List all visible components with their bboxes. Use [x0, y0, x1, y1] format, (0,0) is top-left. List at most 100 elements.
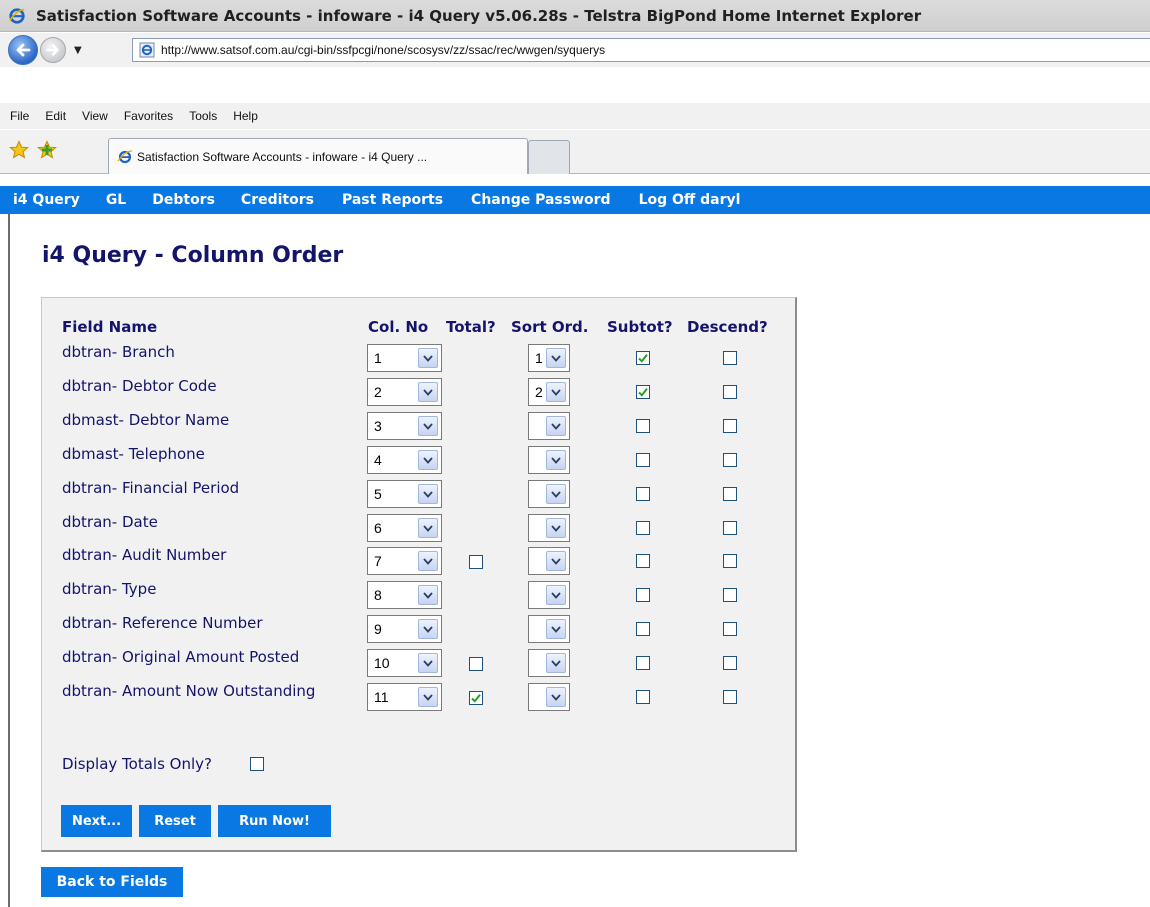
subtotal-checkbox[interactable] [636, 453, 650, 467]
menu-tools[interactable]: Tools [189, 109, 217, 123]
col-no-select[interactable]: 10 [367, 649, 442, 677]
col-no-select[interactable]: 9 [367, 615, 442, 643]
menu-favorites[interactable]: Favorites [124, 109, 173, 123]
sort-order-select[interactable]: 1 [528, 344, 570, 372]
sort-order-select[interactable] [528, 446, 570, 474]
nav-change-password[interactable]: Change Password [471, 192, 611, 208]
nav-creditors[interactable]: Creditors [241, 192, 314, 208]
descend-checkbox[interactable] [723, 656, 737, 670]
descend-checkbox[interactable] [723, 554, 737, 568]
site-nav: i4 Query GL Debtors Creditors Past Repor… [0, 186, 1150, 214]
sort-order-select[interactable] [528, 581, 570, 609]
nav-gl[interactable]: GL [106, 192, 126, 208]
history-dropdown-icon[interactable]: ▼ [74, 45, 82, 56]
chevron-down-icon[interactable] [418, 551, 438, 571]
sort-order-select[interactable] [528, 683, 570, 711]
chevron-down-icon[interactable] [546, 653, 566, 673]
display-totals-only-checkbox[interactable] [250, 757, 264, 771]
subtotal-checkbox[interactable] [636, 690, 650, 704]
subtotal-checkbox[interactable] [636, 419, 650, 433]
chevron-down-icon[interactable] [418, 619, 438, 639]
address-bar[interactable]: http://www.satsof.com.au/cgi-bin/ssfpcgi… [132, 38, 1150, 62]
chevron-down-icon[interactable] [418, 518, 438, 538]
back-to-fields-button[interactable]: Back to Fields [41, 867, 183, 897]
sort-order-select[interactable] [528, 412, 570, 440]
chevron-down-icon[interactable] [418, 348, 438, 368]
col-no-select[interactable]: 1 [367, 344, 442, 372]
col-no-select[interactable]: 2 [367, 378, 442, 406]
col-no-select[interactable]: 7 [367, 547, 442, 575]
chevron-down-icon[interactable] [546, 687, 566, 707]
chevron-down-icon[interactable] [546, 348, 566, 368]
total-checkbox[interactable] [469, 555, 483, 569]
col-no-select[interactable]: 6 [367, 514, 442, 542]
menu-edit[interactable]: Edit [45, 109, 66, 123]
sort-order-select[interactable]: 2 [528, 378, 570, 406]
sort-order-select[interactable] [528, 514, 570, 542]
chevron-down-icon[interactable] [546, 585, 566, 605]
favorites-star-icon[interactable] [9, 140, 29, 160]
chevron-down-icon[interactable] [418, 382, 438, 402]
chevron-down-icon[interactable] [546, 416, 566, 436]
descend-checkbox[interactable] [723, 453, 737, 467]
col-no-value: 6 [374, 520, 382, 536]
descend-checkbox[interactable] [723, 521, 737, 535]
new-tab-button[interactable] [528, 140, 570, 174]
nav-log-off[interactable]: Log Off daryl [639, 192, 741, 208]
chevron-down-icon[interactable] [418, 653, 438, 673]
sort-order-select[interactable] [528, 547, 570, 575]
chevron-down-icon[interactable] [546, 450, 566, 470]
next-button[interactable]: Next... [61, 805, 132, 837]
descend-checkbox[interactable] [723, 622, 737, 636]
chevron-down-icon[interactable] [546, 551, 566, 571]
add-favorite-icon[interactable] [37, 140, 57, 160]
sort-order-select[interactable] [528, 649, 570, 677]
chevron-down-icon[interactable] [418, 416, 438, 436]
chevron-down-icon[interactable] [418, 450, 438, 470]
subtotal-checkbox[interactable] [636, 487, 650, 501]
nav-debtors[interactable]: Debtors [152, 192, 215, 208]
subtotal-checkbox[interactable] [636, 554, 650, 568]
menu-help[interactable]: Help [233, 109, 258, 123]
sort-order-select[interactable] [528, 480, 570, 508]
col-no-select[interactable]: 4 [367, 446, 442, 474]
chevron-down-icon[interactable] [546, 518, 566, 538]
menu-view[interactable]: View [82, 109, 108, 123]
page-ie-icon [139, 42, 155, 58]
chevron-down-icon[interactable] [546, 619, 566, 639]
subtotal-checkbox[interactable] [636, 656, 650, 670]
back-button[interactable] [8, 35, 38, 65]
descend-checkbox[interactable] [723, 487, 737, 501]
subtotal-checkbox[interactable] [636, 521, 650, 535]
descend-checkbox[interactable] [723, 385, 737, 399]
descend-checkbox[interactable] [723, 419, 737, 433]
subtotal-checkbox[interactable] [636, 588, 650, 602]
menu-file[interactable]: File [10, 109, 29, 123]
total-checkbox[interactable] [469, 657, 483, 671]
chevron-down-icon[interactable] [418, 484, 438, 504]
subtotal-checkbox[interactable] [636, 622, 650, 636]
browser-tab[interactable]: Satisfaction Software Accounts - infowar… [108, 138, 528, 174]
chevron-down-icon[interactable] [546, 382, 566, 402]
descend-checkbox[interactable] [723, 351, 737, 365]
descend-checkbox[interactable] [723, 588, 737, 602]
forward-button[interactable] [40, 37, 66, 63]
subtotal-checkbox[interactable] [636, 385, 650, 399]
descend-checkbox[interactable] [723, 690, 737, 704]
nav-i4-query[interactable]: i4 Query [13, 192, 80, 208]
col-no-select[interactable]: 8 [367, 581, 442, 609]
run-now-button[interactable]: Run Now! [218, 805, 331, 837]
chevron-down-icon[interactable] [418, 687, 438, 707]
chevron-down-icon[interactable] [546, 484, 566, 504]
nav-past-reports[interactable]: Past Reports [342, 192, 443, 208]
col-no-select[interactable]: 5 [367, 480, 442, 508]
col-no-select[interactable]: 3 [367, 412, 442, 440]
col-no-select[interactable]: 11 [367, 683, 442, 711]
sort-order-value: 2 [535, 384, 543, 400]
chevron-down-icon[interactable] [418, 585, 438, 605]
reset-button[interactable]: Reset [139, 805, 211, 837]
sort-order-select[interactable] [528, 615, 570, 643]
total-checkbox[interactable] [469, 691, 483, 705]
subtotal-checkbox[interactable] [636, 351, 650, 365]
field-name: dbmast- Telephone [62, 445, 205, 463]
